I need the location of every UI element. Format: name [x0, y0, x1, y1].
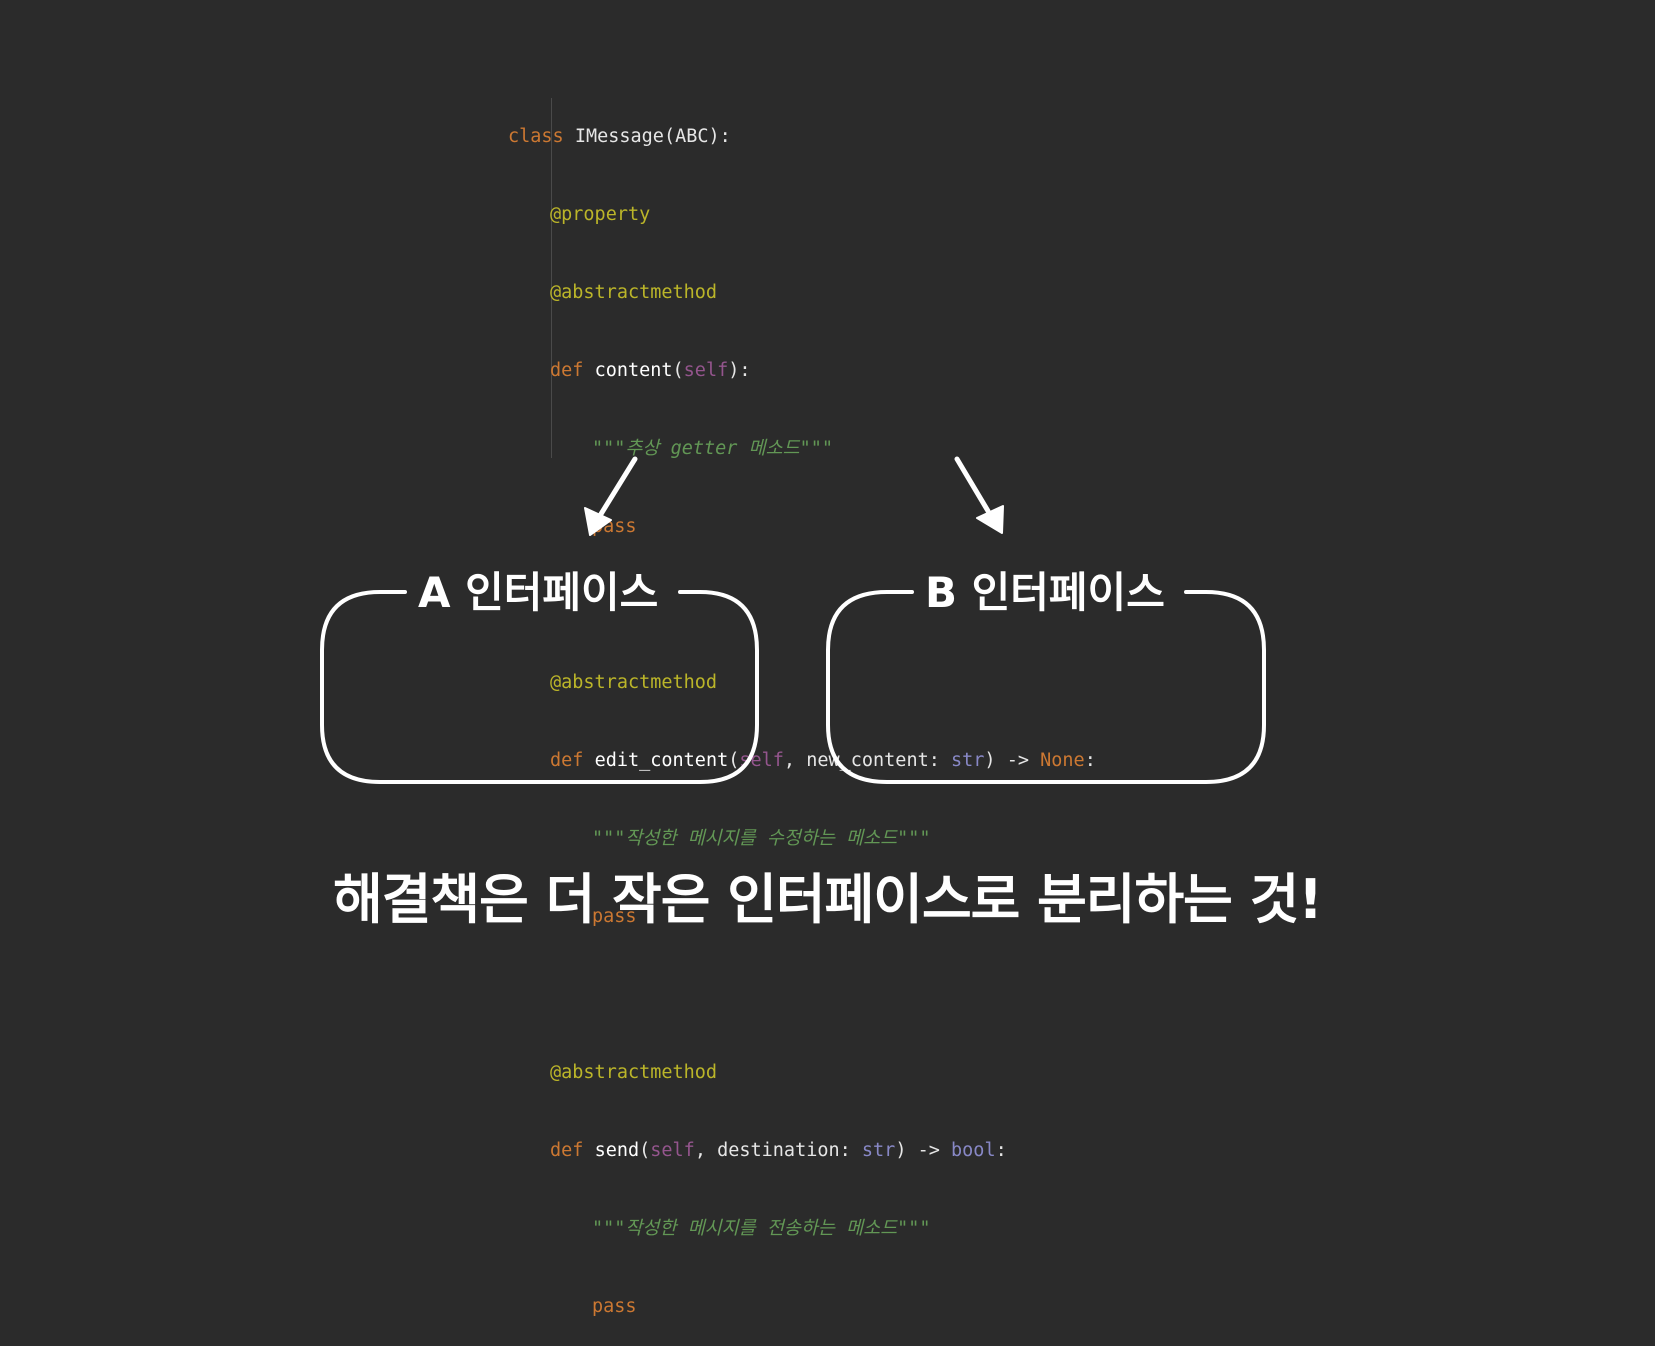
box-b-outline	[826, 590, 1266, 784]
arrow-right-icon	[954, 456, 1004, 534]
box-a-outline	[320, 590, 759, 784]
box-b-title: B 인터페이스	[925, 568, 1165, 617]
return-arrow: ) ->	[895, 1140, 952, 1161]
paren-open: (	[639, 1140, 651, 1161]
arrow-left-icon	[584, 456, 638, 536]
keyword-pass: pass	[592, 1296, 637, 1317]
code-line-def-send: def send(self, destination: str) -> bool…	[508, 1138, 1096, 1164]
docstring: """작성한 메시지를 전송하는 메소드"""	[592, 1218, 931, 1239]
box-a-title: A 인터페이스	[418, 568, 659, 617]
type-bool: bool	[951, 1140, 996, 1161]
keyword-def: def	[550, 1140, 584, 1161]
decorator-abstractmethod: @abstractmethod	[550, 1062, 718, 1083]
param-destination: , destination:	[694, 1140, 862, 1161]
method-name-send: send	[594, 1140, 640, 1161]
type-str: str	[861, 1140, 896, 1161]
code-line-doc-send: """작성한 메시지를 전송하는 메소드"""	[508, 1216, 1096, 1242]
code-line-abstract-3: @abstractmethod	[508, 1060, 1096, 1086]
code-line-pass-3: pass	[508, 1294, 1096, 1320]
caption: 해결책은 더 작은 인터페이스로 분리하는 것!	[333, 868, 1323, 931]
param-self: self	[650, 1140, 695, 1161]
colon: :	[995, 1140, 1007, 1161]
